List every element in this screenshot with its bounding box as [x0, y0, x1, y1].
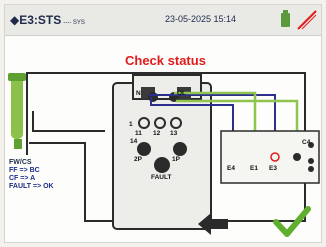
terminal-11: 11: [135, 130, 142, 137]
mode-label: ◆E3:STS: [10, 13, 62, 27]
terminal-e4: E4: [227, 165, 235, 172]
arrow-left-icon: [198, 213, 228, 235]
status-bar: ◆E3:STS ---- SYS 23-05-2025 15:14: [5, 5, 321, 36]
device-screen: ◆E3:STS ---- SYS 23-05-2025 15:14 Check …: [4, 4, 322, 243]
status-legend: FW/CS FF => BC CF => A FAULT => OK: [9, 159, 54, 191]
mode-indicator: ◆E3:STS ---- SYS: [10, 13, 85, 27]
terminal-e1: E1: [250, 165, 258, 172]
terminal-13: 13: [170, 130, 178, 137]
legend-line-1: FF => BC: [9, 167, 40, 174]
checkmark-icon: [273, 206, 311, 237]
back-button[interactable]: [190, 205, 236, 242]
date-time: 23-05-2025 15:14: [165, 14, 237, 24]
terminal-ol: OL: [177, 90, 187, 97]
terminal-c4: C4: [302, 139, 311, 146]
confirm-button[interactable]: [267, 200, 317, 242]
legend-line-3: FAULT => OK: [9, 183, 54, 190]
legend-title: FW/CS: [9, 159, 32, 166]
probe-status-icon: [297, 10, 317, 30]
battery-icon: [281, 10, 290, 27]
check-status-caption: Check status: [125, 53, 206, 68]
terminal-1p: 1P: [172, 156, 180, 163]
terminal-n: N: [136, 90, 141, 97]
terminal-1: 1: [129, 121, 133, 128]
terminal-14: 14: [130, 138, 138, 145]
terminal-fault: FAULT: [151, 174, 172, 181]
system-label: ---- SYS: [63, 20, 85, 26]
terminal-12: 12: [153, 130, 161, 137]
legend-line-2: CF => A: [9, 175, 36, 182]
terminal-e3: E3: [269, 165, 277, 172]
terminal-2p: 2P: [134, 156, 142, 163]
wall-socket-icon: [8, 73, 28, 149]
